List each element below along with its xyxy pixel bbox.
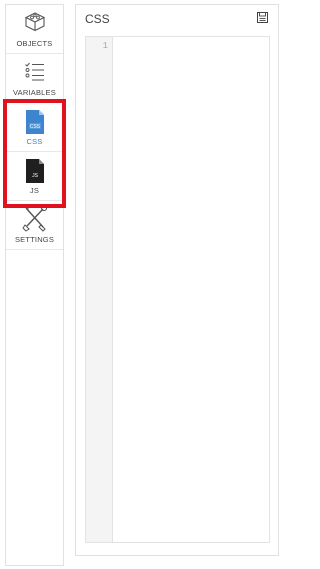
sidebar-item-variables[interactable]: VARIABLES — [6, 54, 63, 103]
checklist-icon — [6, 59, 63, 85]
sidebar-item-js[interactable]: JS JS — [6, 152, 63, 201]
sidebar-item-label: JS — [29, 186, 40, 195]
code-editor[interactable]: 1 — [85, 36, 270, 543]
sidebar-item-css[interactable]: CSS CSS — [6, 103, 63, 152]
tools-icon — [6, 204, 63, 232]
css-file-icon: CSS — [6, 109, 63, 135]
save-icon[interactable] — [256, 11, 269, 24]
sidebar: OBJECTS VARIABLES CSS CSS JS JS SETTINGS — [5, 4, 64, 566]
sidebar-item-label: CSS — [26, 137, 43, 146]
panel-title: CSS — [85, 12, 110, 26]
line-number-gutter: 1 — [86, 37, 113, 542]
sidebar-item-settings[interactable]: SETTINGS — [6, 201, 63, 250]
js-file-icon: JS — [6, 158, 63, 184]
sidebar-item-label: SETTINGS — [14, 235, 55, 244]
css-panel: CSS 1 — [75, 4, 279, 556]
svg-text:CSS: CSS — [29, 124, 40, 130]
line-number: 1 — [102, 41, 108, 51]
svg-text:JS: JS — [32, 173, 39, 179]
cube-icon — [6, 10, 63, 36]
code-input-area[interactable] — [113, 37, 269, 542]
sidebar-item-objects[interactable]: OBJECTS — [6, 5, 63, 54]
sidebar-item-label: VARIABLES — [13, 88, 56, 97]
sidebar-item-label: OBJECTS — [16, 39, 53, 48]
